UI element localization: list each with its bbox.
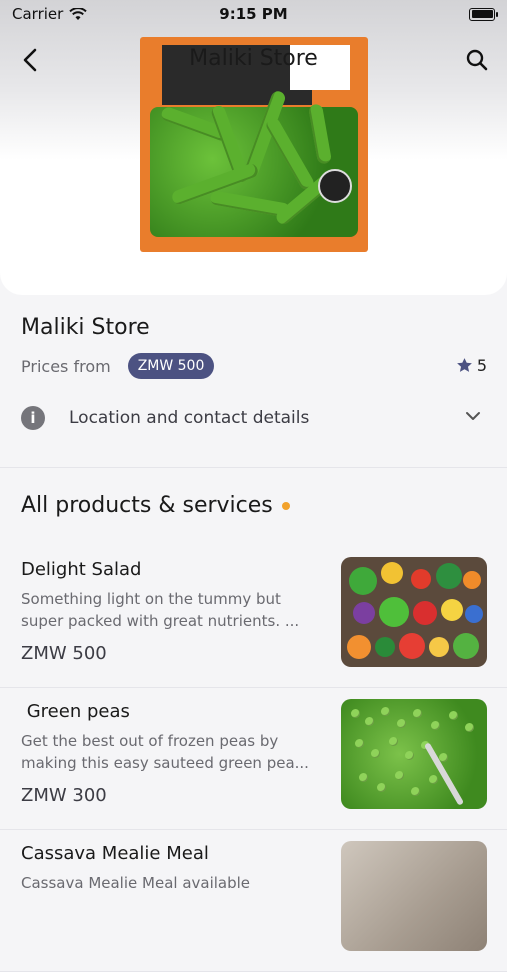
wifi-icon <box>69 7 88 20</box>
location-label: Location and contact details <box>69 408 310 428</box>
section-heading-text: All products & services <box>21 493 273 518</box>
product-name: Cassava Mealie Meal <box>21 843 209 864</box>
star-icon <box>456 358 472 372</box>
product-item[interactable]: Green peas Get the best out of frozen pe… <box>0 687 507 830</box>
product-description: Something light on the tummy but super p… <box>21 590 300 630</box>
search-icon <box>466 49 488 71</box>
prices-from-label: Prices from <box>21 356 111 376</box>
nav-title: Maliki Store <box>189 46 318 71</box>
store-name: Maliki Store <box>21 315 150 340</box>
product-item[interactable]: Cassava Mealie Meal Cassava Mealie Meal … <box>0 829 507 972</box>
price-badge: ZMW 500 <box>127 353 215 379</box>
rating-value: 5 <box>476 356 487 375</box>
product-name: Delight Salad <box>21 559 142 580</box>
product-price: ZMW 500 <box>21 643 107 664</box>
section-heading: All products & services <box>21 493 290 518</box>
search-button[interactable] <box>461 44 493 76</box>
info-icon: i <box>21 406 45 430</box>
product-item[interactable]: Delight Salad Something light on the tum… <box>0 545 507 688</box>
rating: 5 <box>456 356 487 375</box>
prices-row: Prices from ZMW 500 5 <box>21 351 487 381</box>
product-price: ZMW 300 <box>21 785 107 806</box>
status-bar: Carrier 9:15 PM <box>0 0 507 28</box>
product-image <box>341 841 487 951</box>
chevron-down-icon <box>466 412 480 420</box>
battery-icon <box>469 7 498 21</box>
product-description: Get the best out of frozen peas by makin… <box>21 732 309 772</box>
product-description: Cassava Mealie Meal available <box>21 874 251 892</box>
product-image <box>341 557 487 667</box>
accent-dot <box>281 501 290 510</box>
divider <box>0 467 507 468</box>
carrier-label: Carrier <box>12 5 64 23</box>
product-image <box>341 699 487 809</box>
nav-bar: Maliki Store <box>0 40 507 80</box>
location-toggle[interactable]: i Location and contact details <box>21 403 487 433</box>
product-name: Green peas <box>21 701 130 722</box>
